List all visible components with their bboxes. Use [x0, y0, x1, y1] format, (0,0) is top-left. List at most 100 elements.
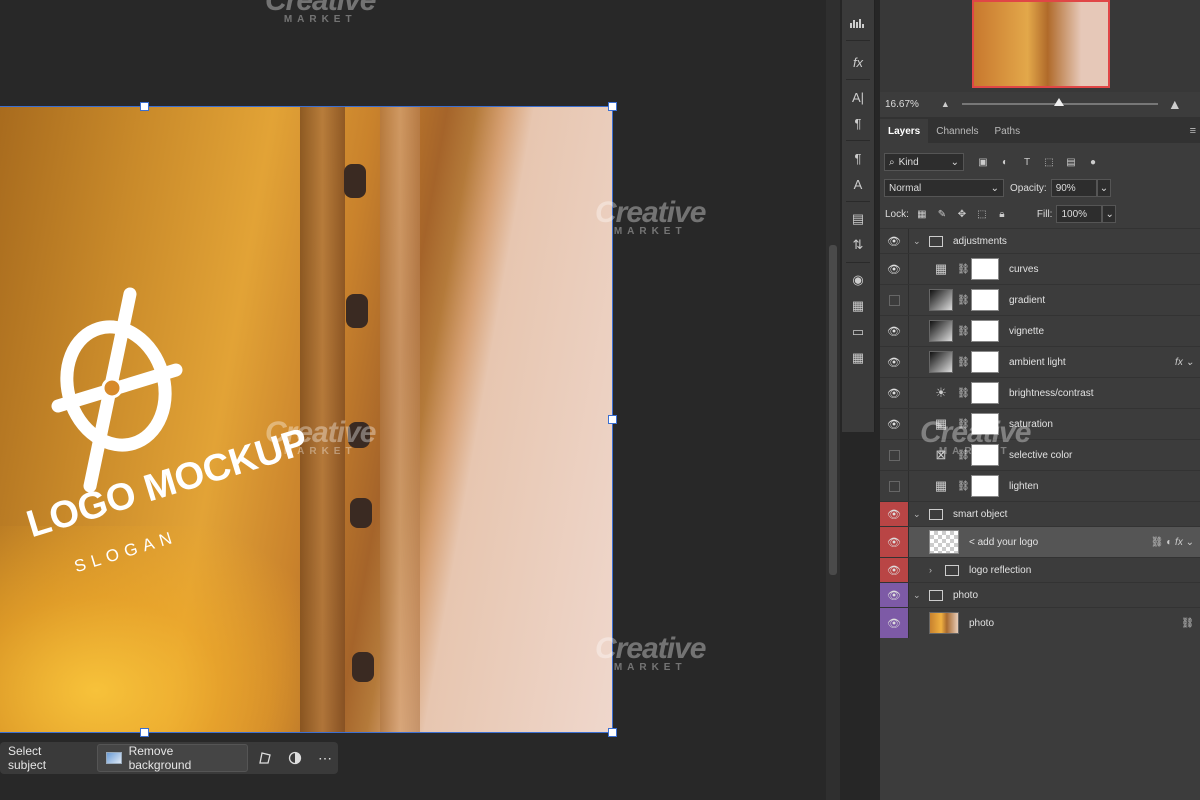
- chevron-down-icon[interactable]: ⌄: [913, 590, 923, 601]
- fill-dropdown-button[interactable]: ⌄: [1102, 205, 1117, 223]
- patterns-icon[interactable]: ▦: [842, 345, 874, 371]
- zoom-slider[interactable]: [961, 98, 1158, 106]
- type-filter-icon[interactable]: T: [1018, 153, 1036, 171]
- select-subject-button[interactable]: Select subject: [0, 744, 91, 772]
- link-icon[interactable]: ⛓︎: [1181, 618, 1194, 629]
- eye-icon[interactable]: 👁︎: [880, 608, 909, 638]
- transform-handle-right[interactable]: [608, 415, 617, 424]
- document-image[interactable]: LOGO MOCKUP SLOGAN: [0, 106, 612, 732]
- eye-icon[interactable]: 👁︎: [880, 347, 909, 377]
- layer-mask-thumbnail[interactable]: [971, 382, 999, 404]
- eye-icon[interactable]: 👁︎: [880, 558, 909, 582]
- grid-table-icon[interactable]: ▦: [842, 293, 874, 319]
- layer-mask-thumbnail[interactable]: [971, 413, 999, 435]
- adjustment-filter-icon[interactable]: ◐: [996, 153, 1014, 171]
- fill-field[interactable]: 100%: [1056, 205, 1103, 223]
- smart-object-thumbnail[interactable]: [929, 530, 959, 554]
- lock-image-icon[interactable]: ✎: [935, 207, 949, 221]
- eye-icon[interactable]: 👁︎: [880, 502, 909, 526]
- kind-filter-dropdown[interactable]: ⌕ Kind ⌄: [884, 153, 964, 171]
- eye-icon[interactable]: 👁︎: [880, 378, 909, 408]
- fx-icon[interactable]: fx ⌄: [1175, 357, 1194, 368]
- link-icon[interactable]: ⛓︎: [957, 264, 970, 275]
- lock-position-icon[interactable]: ✥: [955, 207, 969, 221]
- layer-mask-thumbnail[interactable]: [971, 289, 999, 311]
- chevron-right-icon[interactable]: ›: [929, 565, 939, 575]
- zoom-out-icon[interactable]: ▲: [941, 99, 950, 109]
- clone-source-icon[interactable]: ⇅: [842, 232, 874, 258]
- tab-channels[interactable]: Channels: [928, 119, 986, 143]
- link-icon[interactable]: ⛓︎: [957, 295, 970, 306]
- remove-background-button[interactable]: Remove background: [96, 744, 249, 772]
- layer-group-logo-reflection[interactable]: 👁︎ › logo reflection: [880, 557, 1200, 582]
- paragraph-icon[interactable]: ¶: [842, 110, 874, 136]
- link-icon[interactable]: ⛓︎: [957, 326, 970, 337]
- eye-icon[interactable]: 👁︎: [880, 254, 909, 284]
- fx-styles-icon[interactable]: fx: [842, 49, 874, 75]
- layer-mask-thumbnail[interactable]: [971, 320, 999, 342]
- zoom-value[interactable]: 16.67%: [885, 99, 919, 110]
- layer-lighten[interactable]: ▦ ⛓︎ lighten: [880, 470, 1200, 501]
- layer-mask-thumbnail[interactable]: [971, 475, 999, 497]
- transform-handle-bottom-right[interactable]: [608, 728, 617, 737]
- chevron-down-icon[interactable]: ⌄: [913, 509, 923, 520]
- layer-brightness-contrast[interactable]: 👁︎ ☀ ⛓︎ brightness/contrast: [880, 377, 1200, 408]
- smart-object-filter-icon[interactable]: ▤: [1062, 153, 1080, 171]
- eye-icon[interactable]: 👁︎: [880, 229, 909, 253]
- character-icon[interactable]: A|: [842, 84, 874, 110]
- lock-transparency-icon[interactable]: ▦: [915, 207, 929, 221]
- shape-filter-icon[interactable]: ⬚: [1040, 153, 1058, 171]
- layer-add-your-logo[interactable]: 👁︎ < add your logo ⛓︎ ◐ fx ⌄: [880, 526, 1200, 557]
- link-icon[interactable]: ⛓︎: [957, 419, 970, 430]
- visibility-toggle[interactable]: [880, 285, 909, 315]
- libraries-icon[interactable]: ▤: [842, 206, 874, 232]
- lock-artboard-icon[interactable]: ⬚: [975, 207, 989, 221]
- photo-thumbnail[interactable]: [929, 612, 959, 634]
- layer-mask-thumbnail[interactable]: [971, 444, 999, 466]
- character-styles-icon[interactable]: A: [842, 171, 874, 197]
- opacity-dropdown-button[interactable]: ⌄: [1096, 179, 1111, 197]
- layer-group-photo[interactable]: 👁︎ ⌄ photo: [880, 582, 1200, 607]
- tab-layers[interactable]: Layers: [880, 119, 929, 143]
- tab-paths[interactable]: Paths: [987, 119, 1029, 143]
- gradients-icon[interactable]: ▭: [842, 319, 874, 345]
- canvas-scrollbar[interactable]: [826, 0, 840, 800]
- eye-icon[interactable]: 👁︎: [880, 527, 909, 557]
- link-icon[interactable]: ⛓︎: [957, 357, 970, 368]
- eye-icon[interactable]: 👁︎: [880, 316, 909, 346]
- layer-group-adjustments[interactable]: 👁︎ ⌄ adjustments: [880, 228, 1200, 253]
- layer-ambient-light[interactable]: 👁︎ ⛓︎ ambient light fx ⌄: [880, 346, 1200, 377]
- paragraph-styles-icon[interactable]: ¶: [842, 145, 874, 171]
- layer-saturation[interactable]: 👁︎ ▦ ⛓︎ saturation: [880, 408, 1200, 439]
- link-icon[interactable]: ⛓︎: [957, 388, 970, 399]
- zoom-in-icon[interactable]: ▲: [1168, 96, 1182, 112]
- layer-gradient[interactable]: ⛓︎ gradient: [880, 284, 1200, 315]
- more-options-icon[interactable]: ⋯: [312, 745, 338, 771]
- eye-icon[interactable]: 👁︎: [880, 409, 909, 439]
- histogram-icon[interactable]: [842, 10, 874, 36]
- document-canvas-area[interactable]: LOGO MOCKUP SLOGAN Select subject Remove…: [0, 0, 826, 800]
- transform-handle-bottom[interactable]: [140, 728, 149, 737]
- link-icon[interactable]: ⛓︎: [957, 450, 970, 461]
- lock-all-icon[interactable]: 🔒︎: [995, 207, 1009, 221]
- blend-mode-dropdown[interactable]: Normal ⌄: [884, 179, 1004, 197]
- eye-icon[interactable]: 👁︎: [880, 583, 909, 607]
- layer-photo[interactable]: 👁︎ photo ⛓︎: [880, 607, 1200, 638]
- filter-toggle-icon[interactable]: ●: [1084, 153, 1102, 171]
- layer-group-smart-object[interactable]: 👁︎ ⌄ smart object: [880, 501, 1200, 526]
- navigator-preview[interactable]: [972, 0, 1110, 88]
- layer-selective-color[interactable]: ⊠ ⛓︎ selective color: [880, 439, 1200, 470]
- scrollbar-thumb[interactable]: [829, 245, 837, 575]
- pixel-filter-icon[interactable]: ▣: [974, 153, 992, 171]
- visibility-toggle[interactable]: [880, 471, 909, 501]
- zoom-slider-handle[interactable]: [1053, 98, 1064, 106]
- transform-handle-top-right[interactable]: [608, 102, 617, 111]
- transform-icon[interactable]: [252, 745, 278, 771]
- layer-mask-thumbnail[interactable]: [971, 258, 999, 280]
- transform-handle-top[interactable]: [140, 102, 149, 111]
- chevron-down-icon[interactable]: ⌄: [913, 236, 923, 247]
- layer-mask-thumbnail[interactable]: [971, 351, 999, 373]
- layer-badges[interactable]: ⛓︎ ◐ fx ⌄: [1151, 537, 1194, 548]
- layer-vignette[interactable]: 👁︎ ⛓︎ vignette: [880, 315, 1200, 346]
- layer-curves[interactable]: 👁︎ ▦ ⛓︎ curves: [880, 253, 1200, 284]
